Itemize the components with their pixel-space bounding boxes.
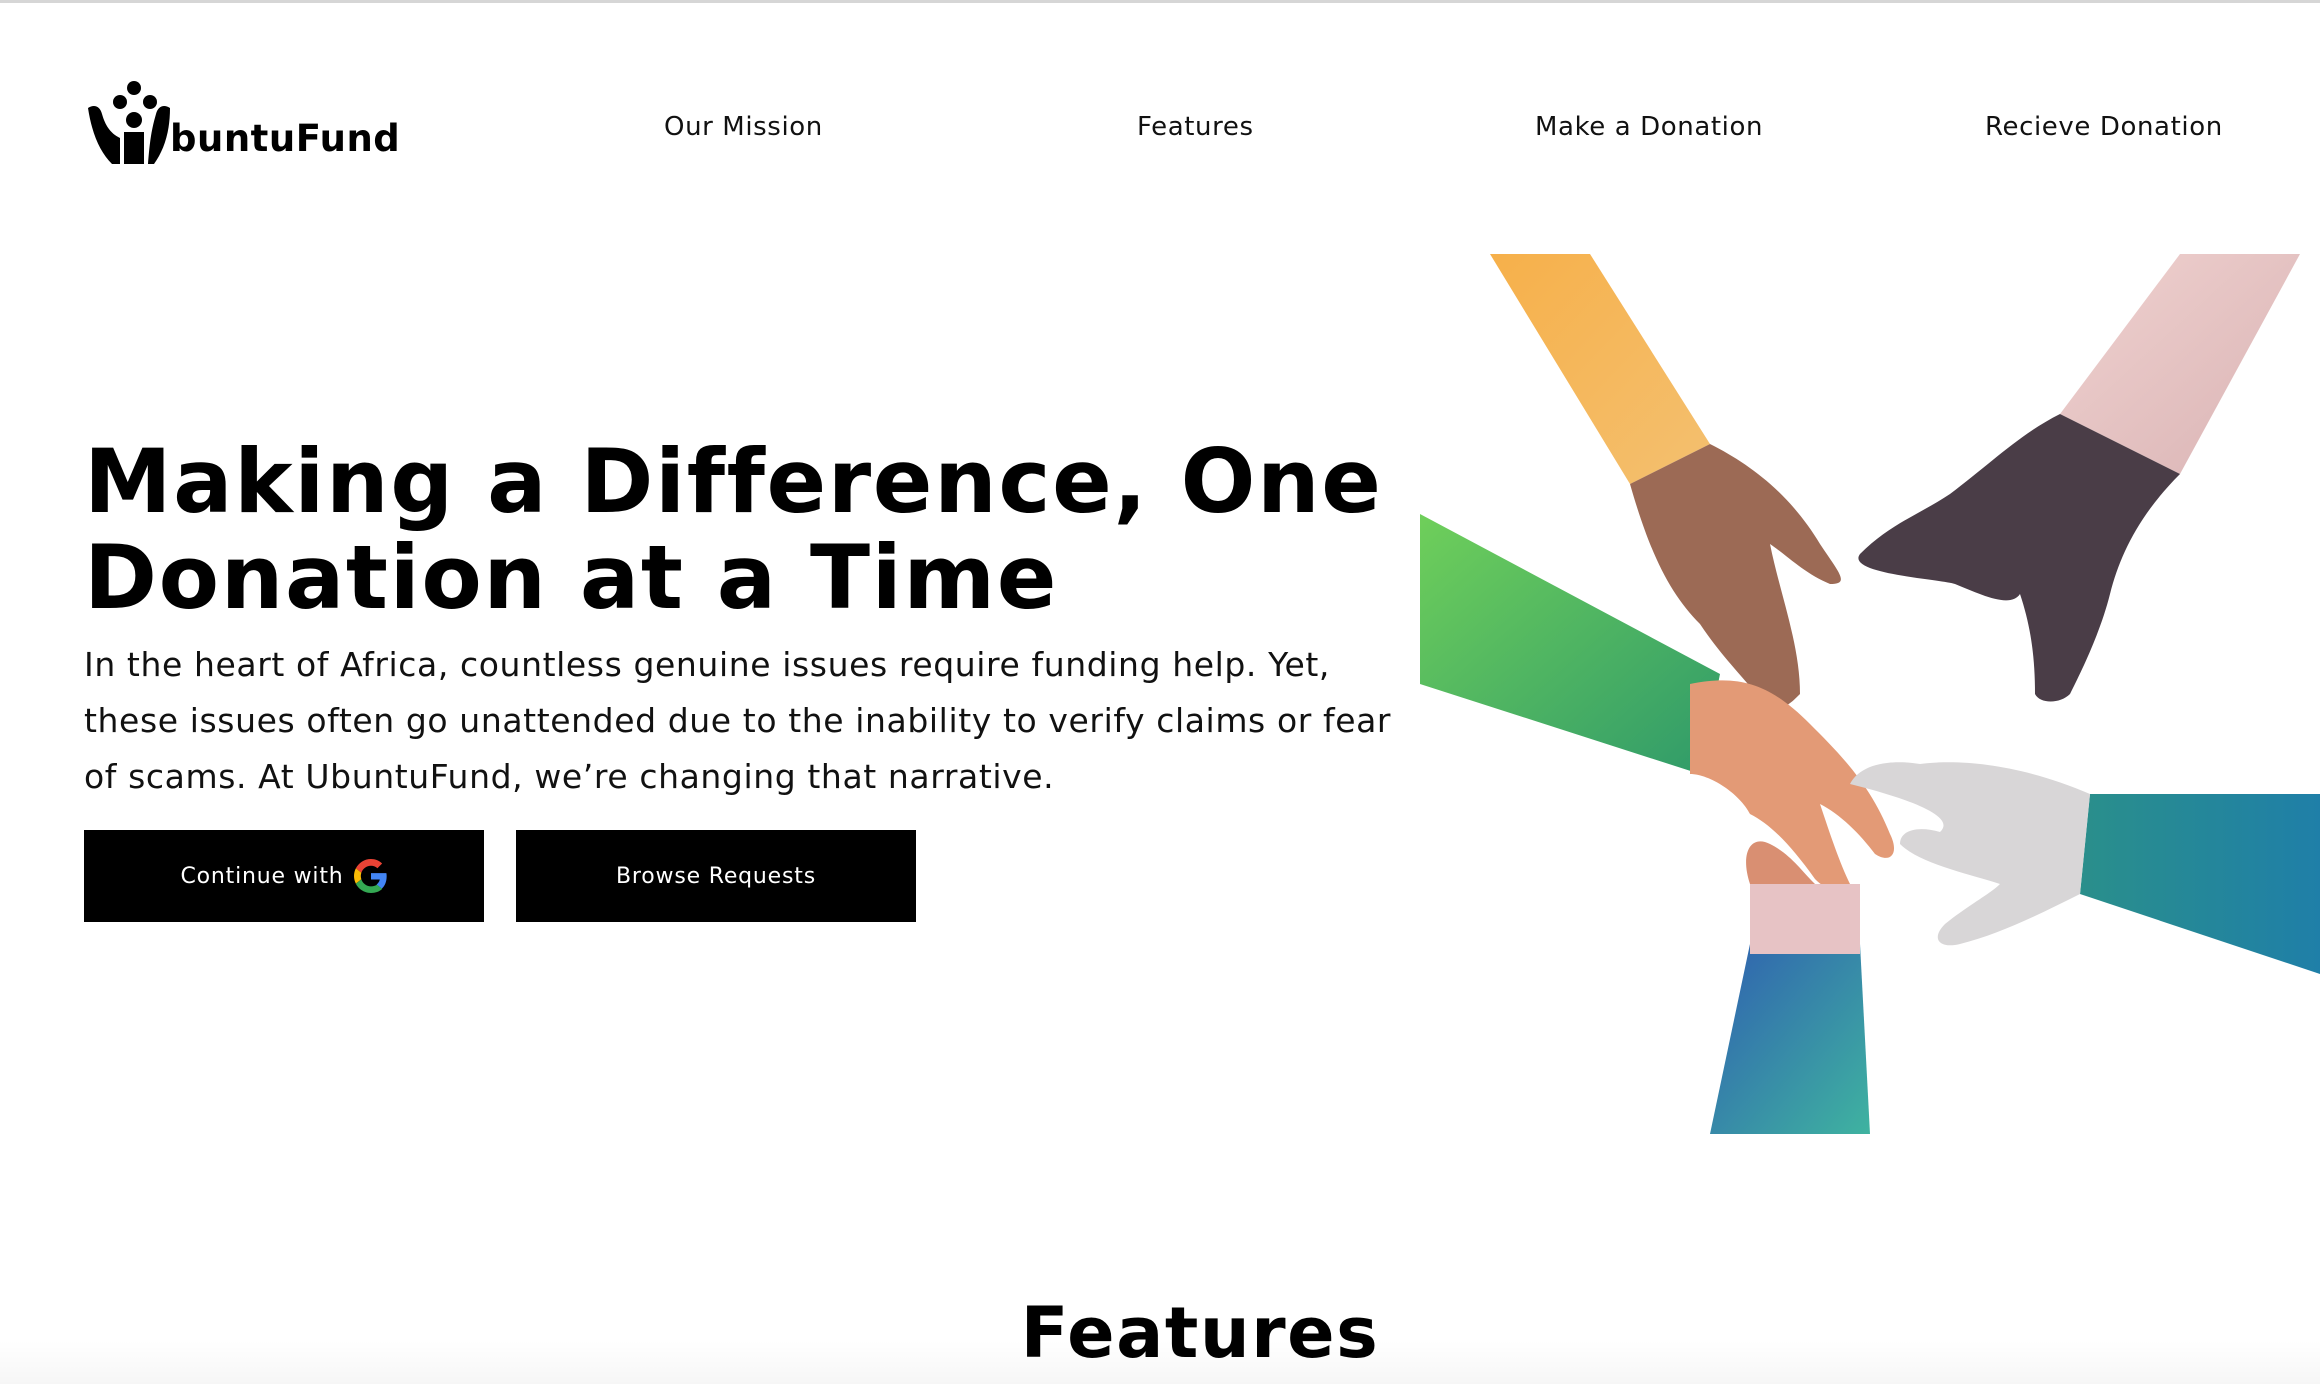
hero-title-line-2: Donation at a Time	[84, 526, 1058, 629]
people-logo-icon	[88, 81, 170, 164]
hero-title: Making a Difference, One Donation at a T…	[84, 434, 1444, 626]
continue-with-label: Continue with	[180, 863, 344, 889]
continue-with-google-button[interactable]: Continue with	[84, 830, 484, 922]
features-section-title: Features	[1020, 1292, 1380, 1374]
browse-requests-label: Browse Requests	[616, 863, 816, 889]
brand-name: buntuFund	[170, 117, 401, 160]
nav-receive-donation[interactable]: Recieve Donation	[1985, 112, 2223, 142]
hands-heart-illustration	[1420, 254, 2320, 1134]
nav-make-donation[interactable]: Make a Donation	[1535, 112, 1763, 142]
nav-our-mission[interactable]: Our Mission	[664, 112, 823, 142]
hero-description: In the heart of Africa, countless genuin…	[84, 645, 1392, 796]
brand-logo[interactable]: buntuFund	[84, 80, 404, 166]
hero-title-line-1: Making a Difference, One	[84, 430, 1383, 533]
hands-heart-icon	[1420, 254, 2320, 1134]
nav-features[interactable]: Features	[1137, 112, 1254, 142]
top-border	[0, 0, 2320, 3]
browse-requests-button[interactable]: Browse Requests	[516, 830, 916, 922]
google-icon	[353, 859, 387, 893]
